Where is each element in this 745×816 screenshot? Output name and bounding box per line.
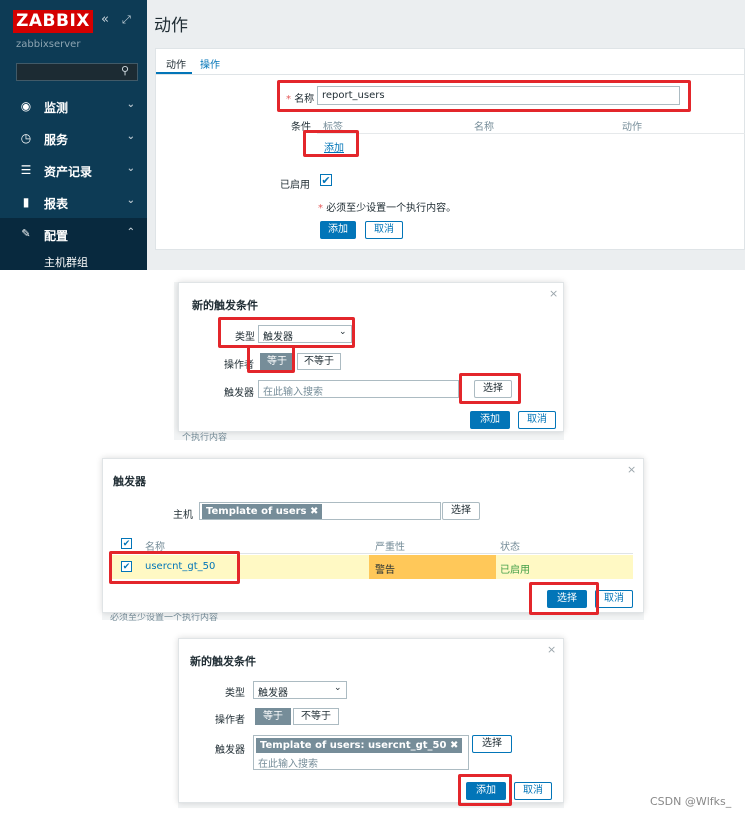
dialog2-backdrop: 必须至少设置一个执行内容 触发器 × 主机 Template of users … [102, 458, 644, 623]
cond-divider [317, 133, 745, 134]
close-icon[interactable]: × [547, 643, 556, 656]
dialog3-backdrop: 新的触发条件 × 类型 触发器 ⌄ 操作者 等于 不等于 触发器 Templat… [178, 638, 564, 808]
severity-value: 警告 [375, 565, 395, 576]
search-icon[interactable]: ⚲ [121, 64, 129, 77]
type-select-value: 触发器 [258, 688, 288, 699]
dialog1-backdrop: 个执行内容 新的触发条件 × 类型 触发器 ⌄ 操作者 等于 不等于 触发器 在… [174, 282, 564, 443]
highlight-select [459, 373, 521, 404]
watermark: CSDN @Wlfks_ [650, 795, 732, 808]
cancel-button[interactable]: 取消 [365, 221, 403, 239]
op-not-equal-button[interactable]: 不等于 [297, 353, 341, 370]
kiosk-mode-icon[interactable]: ⤢ [122, 13, 131, 27]
chart-icon: ▮ [22, 195, 30, 209]
action-form-screen: ZABBIX « ⤢ zabbixserver ⚲ ◉ 监测 ⌄ ◷ 服务 ⌄ … [0, 0, 745, 270]
clock-icon: ◷ [20, 131, 32, 145]
host-input[interactable]: Template of users ✖ [199, 502, 441, 520]
trigger-placeholder: 在此输入搜索 [258, 759, 318, 770]
chevron-down-icon: ⌄ [126, 99, 135, 110]
sidebar: ZABBIX « ⤢ zabbixserver ⚲ ◉ 监测 ⌄ ◷ 服务 ⌄ … [0, 0, 147, 270]
host-chip: Template of users ✖ [202, 504, 323, 519]
nav-monitoring[interactable]: ◉ 监测 ⌄ [0, 90, 147, 122]
search-input[interactable] [16, 63, 138, 81]
close-icon[interactable]: × [549, 287, 558, 300]
severity-cell: 警告 [369, 555, 496, 579]
chevron-down-icon: ⌄ [126, 131, 135, 142]
server-name: zabbixserver [16, 39, 81, 50]
highlight-trigger-row [109, 551, 240, 584]
trigger-label: 触发器 [215, 745, 245, 756]
dialog1: 新的触发条件 × 类型 触发器 ⌄ 操作者 等于 不等于 触发器 在此输入搜索 … [178, 282, 564, 432]
select-all-checkbox[interactable]: ✔ [121, 538, 132, 549]
enabled-label: 已启用 [280, 180, 310, 191]
eye-icon: ◉ [20, 99, 32, 113]
nav-reports[interactable]: ▮ 报表 ⌄ [0, 186, 147, 218]
operator-label: 操作者 [215, 715, 245, 726]
zabbix-logo[interactable]: ZABBIX [13, 10, 93, 33]
trigger-placeholder: 在此输入搜索 [263, 387, 323, 398]
page-title: 动作 [154, 16, 188, 36]
add-button[interactable]: 添加 [320, 221, 356, 239]
nav-sub-label: 主机群组 [44, 256, 88, 269]
dialog3-title: 新的触发条件 [190, 655, 256, 668]
chevron-down-icon: ⌄ [126, 195, 135, 206]
chevron-up-icon: ⌃ [126, 227, 135, 238]
trigger-search-input[interactable]: 在此输入搜索 [258, 380, 459, 398]
host-label: 主机 [173, 510, 193, 521]
wrench-icon: ✎ [21, 227, 31, 240]
list-icon: ☰ [20, 163, 32, 177]
op-equal-button[interactable]: 等于 [255, 708, 291, 725]
chevron-down-icon: ⌄ [334, 683, 342, 693]
nav-sub-host-groups[interactable]: 主机群组 [0, 250, 147, 270]
nav-label: 监测 [44, 101, 69, 115]
enabled-checkbox[interactable]: ✔ [320, 174, 332, 186]
type-label: 类型 [225, 688, 245, 699]
status-value: 已启用 [500, 565, 530, 576]
trigger-input[interactable]: Template of users: usercnt_gt_50 ✖ 在此输入搜… [253, 735, 469, 770]
dialog1-add-button[interactable]: 添加 [470, 411, 510, 429]
highlight-select-btn [529, 582, 599, 615]
highlight-add-link [303, 130, 359, 157]
nav-services[interactable]: ◷ 服务 ⌄ [0, 122, 147, 154]
nav-label: 资产记录 [44, 165, 93, 179]
col-severity: 严重性 [375, 542, 405, 553]
dialog1-title: 新的触发条件 [192, 299, 258, 312]
chevron-down-icon: ⌄ [126, 163, 135, 174]
op-not-equal-button[interactable]: 不等于 [293, 708, 339, 725]
cond-col-action: 动作 [622, 122, 642, 133]
dialog2-cancel-button[interactable]: 取消 [595, 590, 633, 608]
nav-inventory[interactable]: ☰ 资产记录 ⌄ [0, 154, 147, 186]
tab-operations[interactable]: 操作 [200, 56, 220, 71]
action-form-card: 动作 操作 * 名称 report_users 条件 标签 名称 动作 添加 已… [155, 48, 745, 250]
cond-col-name: 名称 [474, 122, 494, 133]
highlight-op-equal [247, 345, 295, 373]
host-select-button[interactable]: 选择 [442, 502, 480, 520]
nav-label: 服务 [44, 133, 69, 147]
trigger-chip: Template of users: usercnt_gt_50 ✖ [256, 738, 463, 753]
col-status: 状态 [500, 542, 520, 553]
dialog2-title: 触发器 [113, 475, 146, 488]
collapse-sidebar-icon[interactable]: « [101, 12, 109, 27]
remove-chip-icon[interactable]: ✖ [310, 506, 318, 517]
highlight-name [277, 80, 691, 112]
highlight-type [218, 317, 355, 348]
tab-action[interactable]: 动作 [166, 56, 186, 71]
nav-label: 报表 [44, 197, 69, 211]
trigger-label: 触发器 [224, 388, 254, 399]
type-select[interactable]: 触发器 ⌄ [253, 681, 347, 699]
nav-configuration[interactable]: ✎ 配置 ⌃ [0, 218, 147, 250]
dialog3-cancel-button[interactable]: 取消 [514, 782, 552, 800]
nav-label: 配置 [44, 229, 69, 243]
highlight-add-button [458, 774, 512, 806]
close-icon[interactable]: × [627, 463, 636, 476]
trigger-select-button[interactable]: 选择 [472, 735, 512, 753]
tab-divider [156, 74, 745, 75]
dialog1-cancel-button[interactable]: 取消 [518, 411, 556, 429]
warning-text: * 必须至少设置一个执行内容。 [318, 203, 457, 214]
remove-chip-icon[interactable]: ✖ [450, 740, 458, 751]
